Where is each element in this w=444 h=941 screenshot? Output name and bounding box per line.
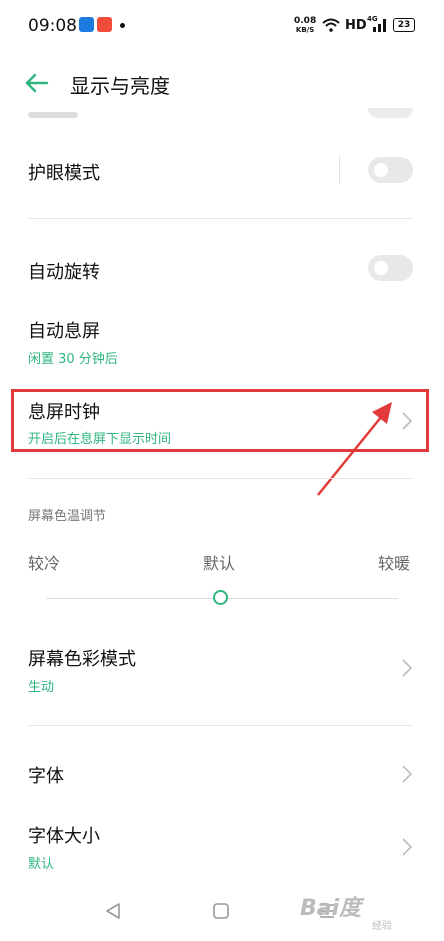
auto-screen-off-value: 闲置 30 分钟后 bbox=[28, 352, 118, 367]
color-temp-warm-label: 较暖 bbox=[378, 554, 411, 573]
divider bbox=[28, 725, 413, 726]
font-row[interactable]: 字体 bbox=[0, 745, 444, 800]
auto-rotate-label: 自动旋转 bbox=[28, 262, 100, 283]
scrolled-row-fragment bbox=[28, 112, 78, 118]
toggle-knob bbox=[374, 261, 388, 275]
navigation-bar bbox=[0, 888, 444, 941]
color-mode-row[interactable]: 屏幕色彩模式 生动 bbox=[0, 636, 444, 706]
nav-home-icon[interactable] bbox=[212, 902, 230, 920]
hd-indicator: HD bbox=[345, 18, 367, 33]
signal-icon bbox=[373, 19, 386, 32]
color-temp-default-label: 默认 bbox=[203, 554, 236, 573]
chevron-right-icon bbox=[402, 659, 412, 677]
font-label: 字体 bbox=[28, 766, 64, 787]
status-time: 09:08 bbox=[28, 16, 77, 36]
font-size-value: 默认 bbox=[28, 857, 55, 872]
battery-icon: 23 bbox=[393, 18, 415, 32]
back-arrow-icon[interactable] bbox=[24, 70, 50, 96]
shopping-app-icon bbox=[97, 17, 112, 32]
color-temp-cool-label: 较冷 bbox=[28, 554, 61, 573]
notification-dot-icon bbox=[120, 23, 125, 28]
net-speed-value: 0.08 bbox=[294, 16, 317, 26]
cloud-app-icon bbox=[79, 17, 94, 32]
net-speed: 0.08 KB/S bbox=[294, 17, 316, 35]
watermark-sub: 经验 bbox=[372, 921, 392, 932]
chevron-right-icon bbox=[402, 765, 412, 783]
nav-back-icon[interactable] bbox=[104, 902, 122, 920]
color-mode-value: 生动 bbox=[28, 680, 55, 695]
vertical-divider bbox=[339, 156, 340, 184]
toggle-knob bbox=[374, 163, 388, 177]
watermark-logo: Bai度 bbox=[300, 896, 362, 921]
eye-protection-toggle[interactable] bbox=[368, 157, 413, 183]
scrolled-toggle-fragment bbox=[368, 108, 413, 118]
net-speed-unit: KB/S bbox=[295, 26, 315, 34]
auto-rotate-toggle[interactable] bbox=[368, 255, 413, 281]
font-size-label: 字体大小 bbox=[28, 826, 100, 847]
color-temp-slider-thumb[interactable] bbox=[213, 590, 228, 605]
divider bbox=[28, 478, 413, 479]
font-size-row[interactable]: 字体大小 默认 bbox=[0, 815, 444, 880]
color-mode-label: 屏幕色彩模式 bbox=[28, 649, 136, 670]
status-bar: 09:08 0.08 KB/S HD 4G 23 bbox=[0, 0, 444, 52]
divider bbox=[28, 218, 413, 219]
page-title: 显示与亮度 bbox=[70, 74, 170, 98]
auto-screen-off-row[interactable]: 自动息屏 闲置 30 分钟后 bbox=[0, 305, 444, 375]
chevron-right-icon bbox=[402, 838, 412, 856]
wifi-icon bbox=[322, 18, 340, 32]
color-temp-section-title: 屏幕色温调节 bbox=[28, 509, 107, 524]
auto-screen-off-label: 自动息屏 bbox=[28, 321, 100, 342]
annotation-arrow-icon bbox=[317, 402, 392, 496]
eye-protection-label: 护眼模式 bbox=[28, 163, 100, 184]
